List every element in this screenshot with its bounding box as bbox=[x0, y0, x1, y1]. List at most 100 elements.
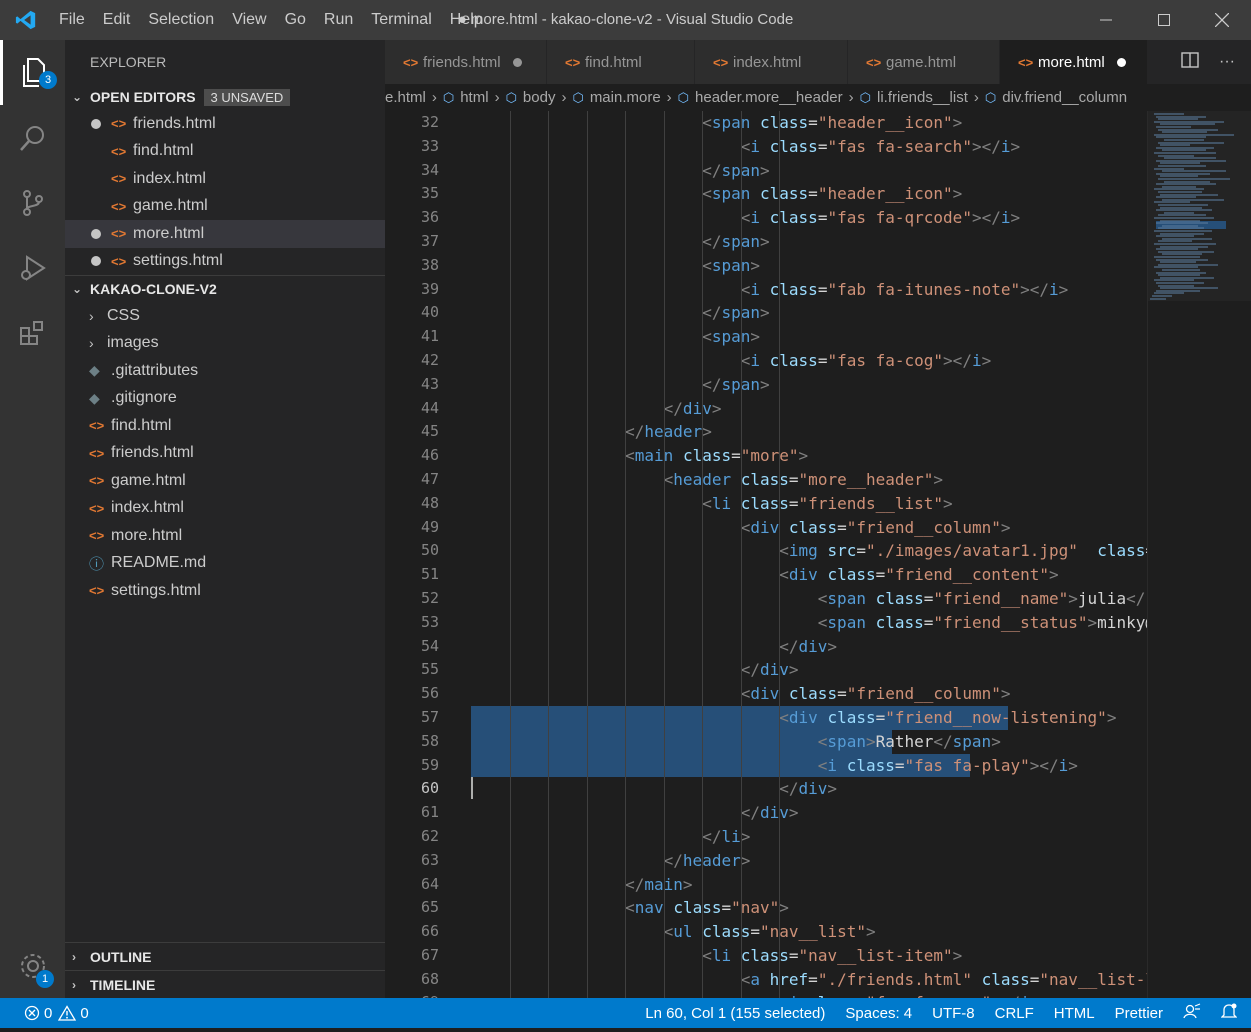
line-number: 55 bbox=[420, 660, 439, 679]
open-editors-header[interactable]: ⌄ OPEN EDITORS 3 UNSAVED bbox=[65, 84, 385, 110]
code-line: <span class="friend__name">julia</span> bbox=[817, 588, 1147, 608]
line-number: 50 bbox=[420, 541, 439, 560]
tab-index[interactable]: <> index.html bbox=[695, 40, 848, 84]
html-file-icon: <> bbox=[713, 54, 729, 70]
timeline-header[interactable]: › TIMELINE bbox=[65, 970, 385, 998]
menu-selection[interactable]: Selection bbox=[139, 0, 223, 40]
code-line: </div> bbox=[779, 636, 838, 656]
indent-guide bbox=[779, 111, 781, 998]
line-number: 44 bbox=[420, 398, 439, 417]
cursor-position-status[interactable]: Ln 60, Col 1 (155 selected) bbox=[635, 1005, 835, 1022]
eol-status[interactable]: CRLF bbox=[985, 1005, 1044, 1022]
code-line: </div> bbox=[663, 398, 722, 418]
tab-friends[interactable]: <> friends.html bbox=[385, 40, 547, 84]
open-editor-item[interactable]: <> find.html bbox=[65, 138, 385, 166]
search-icon bbox=[19, 125, 44, 151]
code-line: <a href="./friends.html" class="nav__lis… bbox=[740, 969, 1147, 989]
close-window-button[interactable] bbox=[1193, 0, 1251, 40]
file-item[interactable]: <> game.html bbox=[65, 467, 385, 495]
minimap[interactable] bbox=[1147, 111, 1251, 998]
menu-go[interactable]: Go bbox=[276, 0, 315, 40]
feedback-icon[interactable] bbox=[1173, 1003, 1211, 1023]
code-line: <i class="fas fa-qrcode"></i> bbox=[740, 208, 1021, 228]
menu-run[interactable]: Run bbox=[315, 0, 362, 40]
html-file-icon: <> bbox=[1018, 54, 1034, 70]
encoding-status[interactable]: UTF-8 bbox=[922, 1005, 985, 1022]
tab-game[interactable]: <> game.html bbox=[848, 40, 1000, 84]
open-editor-item[interactable]: <> index.html bbox=[65, 165, 385, 193]
more-actions-icon[interactable]: ··· bbox=[1219, 53, 1235, 71]
maximize-button[interactable] bbox=[1135, 0, 1193, 40]
search-activity[interactable] bbox=[0, 105, 65, 170]
breadcrumb-item[interactable]: main.more bbox=[590, 89, 661, 106]
menu-file[interactable]: File bbox=[50, 0, 94, 40]
unsaved-dot-icon bbox=[91, 228, 101, 239]
html-file-icon: <> bbox=[403, 54, 419, 70]
code-area[interactable]: <span class="header__icon"> <i class="fa… bbox=[471, 111, 1147, 998]
run-debug-activity[interactable] bbox=[0, 235, 65, 300]
file-item[interactable]: <> find.html bbox=[65, 412, 385, 440]
breadcrumb-item[interactable]: div.friend__column bbox=[1002, 89, 1127, 106]
breadcrumb-item[interactable]: body bbox=[523, 89, 556, 106]
open-editor-item[interactable]: <> friends.html bbox=[65, 110, 385, 138]
folder-item[interactable]: › CSS bbox=[65, 302, 385, 330]
vscode-logo-icon bbox=[6, 0, 46, 40]
minimize-button[interactable] bbox=[1077, 0, 1135, 40]
line-number: 32 bbox=[420, 113, 439, 131]
menu-terminal[interactable]: Terminal bbox=[362, 0, 440, 40]
breadcrumb-item[interactable]: header.more__header bbox=[695, 89, 843, 106]
file-item[interactable]: ⓘ README.md bbox=[65, 550, 385, 578]
notifications-bell-icon[interactable] bbox=[1211, 1003, 1251, 1024]
unsaved-badge: 3 UNSAVED bbox=[203, 88, 291, 106]
formatter-status[interactable]: Prettier bbox=[1105, 1005, 1173, 1022]
project-header[interactable]: ⌄ KAKAO-CLONE-V2 bbox=[65, 276, 385, 302]
open-editor-item[interactable]: <> game.html bbox=[65, 193, 385, 221]
code-line: <ul class="nav__list"> bbox=[663, 922, 876, 942]
indent-guide bbox=[509, 111, 511, 998]
language-status[interactable]: HTML bbox=[1044, 1005, 1105, 1022]
file-item[interactable]: <> index.html bbox=[65, 495, 385, 523]
element-icon: ⬡ bbox=[677, 89, 690, 105]
code-line: <span class="friend__status">minky@nate.… bbox=[817, 612, 1147, 632]
breadcrumb-item[interactable]: html bbox=[460, 89, 488, 106]
html-file-icon: <> bbox=[111, 171, 127, 187]
line-number: 43 bbox=[420, 374, 439, 393]
text-cursor bbox=[471, 777, 473, 799]
menu-view[interactable]: View bbox=[223, 0, 275, 40]
open-editor-item-selected[interactable]: <> more.html bbox=[65, 220, 385, 248]
tab-find[interactable]: <> find.html bbox=[547, 40, 695, 84]
menu-edit[interactable]: Edit bbox=[94, 0, 140, 40]
code-line: <div class="friend__content"> bbox=[779, 565, 1059, 585]
tab-more[interactable]: <> more.html bbox=[1000, 40, 1148, 84]
file-item[interactable]: ◆ .gitattributes bbox=[65, 357, 385, 385]
file-item[interactable]: <> more.html bbox=[65, 522, 385, 550]
file-item[interactable]: ◆ .gitignore bbox=[65, 385, 385, 413]
indent-guide bbox=[663, 111, 665, 998]
file-item[interactable]: <> friends.html bbox=[65, 440, 385, 468]
extensions-activity[interactable] bbox=[0, 300, 65, 365]
code-line: <header class="more__header"> bbox=[663, 469, 944, 489]
breadcrumb-file[interactable]: e.html bbox=[385, 89, 426, 106]
code-line: <i class="fas fa-search"></i> bbox=[740, 136, 1021, 156]
file-item[interactable]: <> settings.html bbox=[65, 577, 385, 605]
line-number: 57 bbox=[420, 707, 439, 726]
folder-item[interactable]: › images bbox=[65, 330, 385, 358]
split-editor-icon[interactable] bbox=[1181, 51, 1199, 73]
html-file-icon: <> bbox=[89, 473, 105, 489]
code-line: </span> bbox=[702, 374, 770, 394]
minimize-icon bbox=[1100, 19, 1112, 21]
breadcrumb-item[interactable]: li.friends__list bbox=[877, 89, 968, 106]
code-editor[interactable]: 32 33 34 35 36 37 38 39 40 41 42 43 44 45 46 47 48 49 50 51… bbox=[385, 111, 1251, 998]
status-bar: 0 0 Ln 60, Col 1 (155 selected) Spaces: … bbox=[0, 998, 1251, 1028]
menu-help[interactable]: Help bbox=[441, 0, 492, 40]
open-editor-item[interactable]: <> settings.html bbox=[65, 248, 385, 276]
explorer-activity[interactable]: 3 bbox=[0, 40, 65, 105]
indentation-status[interactable]: Spaces: 4 bbox=[835, 1005, 922, 1022]
errors-status[interactable]: 0 0 bbox=[24, 1005, 89, 1022]
window-bottom-edge bbox=[0, 1028, 1251, 1032]
line-number: 63 bbox=[420, 850, 439, 869]
outline-header[interactable]: › OUTLINE bbox=[65, 942, 385, 970]
source-control-activity[interactable] bbox=[0, 170, 65, 235]
code-line: </span> bbox=[702, 160, 770, 180]
manage-activity[interactable]: 1 bbox=[0, 933, 65, 998]
